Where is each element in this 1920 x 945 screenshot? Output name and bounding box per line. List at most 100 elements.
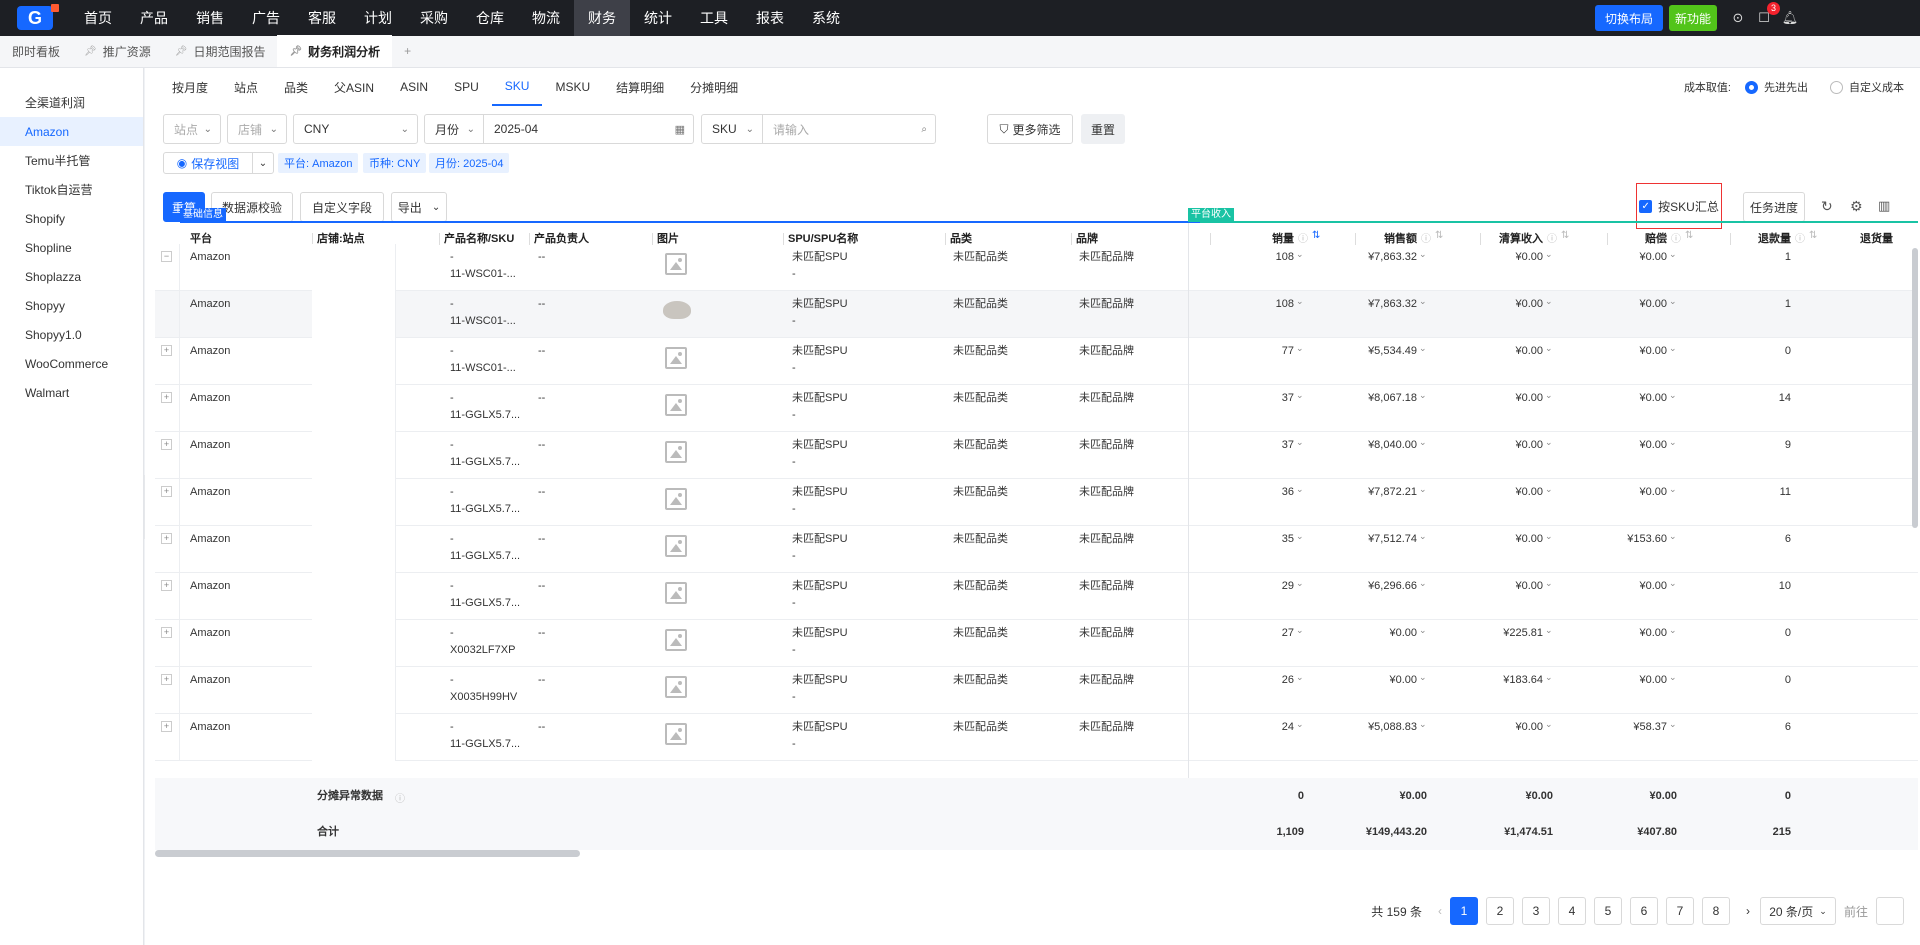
radio-fifo-label[interactable]: 先进先出	[1764, 79, 1808, 95]
cell-dropdown[interactable]: ⌄	[1669, 296, 1677, 307]
sidebar-item-5[interactable]: Shopline	[0, 233, 143, 262]
goto-page-input[interactable]	[1876, 897, 1904, 925]
sidebar-item-3[interactable]: Tiktok自运营	[0, 175, 143, 204]
sidebar-item-7[interactable]: Shopyy	[0, 291, 143, 320]
sidebar-item-10[interactable]: Walmart	[0, 378, 143, 407]
image-placeholder-icon[interactable]	[665, 441, 687, 463]
subtab-6[interactable]: SKU	[491, 68, 543, 106]
sort-icon[interactable]: ⇅	[1809, 230, 1817, 241]
nav-item-8[interactable]: 物流	[518, 0, 574, 36]
help-icon[interactable]: ⓘ	[1421, 230, 1431, 245]
subtab-2[interactable]: 品类	[271, 68, 321, 106]
table-row[interactable]: Amazon -11-WSC01-... -- 未匹配SPU - 未匹配品类 未匹配品牌 10…	[155, 291, 1918, 338]
filter-tag-month[interactable]: 月份: 2025-04	[429, 153, 510, 173]
cell-dropdown[interactable]: ⌄	[1669, 578, 1677, 589]
sku-type-select[interactable]: SKU ⌄	[701, 114, 763, 144]
subtab-4[interactable]: ASIN	[387, 68, 441, 106]
cell-dropdown[interactable]: ⌄	[1669, 343, 1677, 354]
horizontal-scrollbar[interactable]	[155, 850, 580, 857]
table-row[interactable]: + Amazon -11-GGLX5.7... -- 未匹配SPU - 未匹配品类 未匹配品牌…	[155, 526, 1918, 573]
page-tab-2[interactable]: 📌︎ 日期范围报告	[163, 35, 278, 67]
cell-dropdown[interactable]: ⌄	[1669, 484, 1677, 495]
table-row[interactable]: + Amazon -11-GGLX5.7... -- 未匹配SPU - 未匹配品类 未匹配品牌…	[155, 479, 1918, 526]
nav-item-3[interactable]: 广告	[238, 0, 294, 36]
page-tab-0[interactable]: 即时看板	[0, 35, 72, 67]
help-icon[interactable]: ⓘ	[1298, 230, 1308, 245]
image-placeholder-icon[interactable]	[665, 629, 687, 651]
nav-item-13[interactable]: 系统	[798, 0, 854, 36]
vertical-scrollbar[interactable]	[1912, 248, 1918, 528]
table-row[interactable]: + Amazon - X0032LF7XP -- 未匹配SPU - 未匹配品类 未匹配品牌 27 ⌄…	[155, 620, 1918, 667]
sort-icon[interactable]: ⇅	[1561, 230, 1569, 241]
subtab-9[interactable]: 分摊明细	[677, 68, 751, 106]
subtab-3[interactable]: 父ASIN	[321, 68, 387, 106]
shop-select[interactable]: 店铺 ⌄	[227, 114, 287, 144]
page-button-5[interactable]: 5	[1593, 897, 1622, 925]
search-input[interactable]: 请输入 ⌕	[762, 114, 936, 144]
tasks-icon[interactable]: ☐ 3	[1754, 2, 1780, 28]
pin-icon[interactable]: 📌︎	[175, 46, 188, 57]
page-tab-3[interactable]: 📌︎ 财务利润分析	[277, 35, 393, 67]
page-size-select[interactable]: 20 条/页 ⌄	[1759, 897, 1836, 925]
table-row[interactable]: + Amazon -11-GGLX5.7... -- 未匹配SPU - 未匹配品类 未匹配品牌…	[155, 385, 1918, 432]
table-row[interactable]: − Amazon -11-WSC01-... -- 未匹配SPU - 未匹配品类 未匹配品牌 1…	[155, 244, 1918, 291]
sidebar-item-1[interactable]: Amazon	[0, 117, 143, 146]
nav-item-11[interactable]: 工具	[686, 0, 742, 36]
page-button-6[interactable]: 6	[1629, 897, 1658, 925]
reset-button[interactable]: 重置	[1081, 114, 1125, 144]
next-page-icon[interactable]: ›	[1746, 904, 1750, 918]
cell-dropdown[interactable]: ⌄	[1669, 719, 1677, 730]
currency-select[interactable]: CNY ⌄	[293, 114, 418, 144]
nav-item-4[interactable]: 客服	[294, 0, 350, 36]
page-button-2[interactable]: 2	[1485, 897, 1514, 925]
cell-dropdown[interactable]: ⌄	[1669, 249, 1677, 260]
subtab-7[interactable]: MSKU	[542, 68, 603, 106]
cell-dropdown[interactable]: ⌄	[1669, 672, 1677, 683]
page-tab-1[interactable]: 📌︎ 推广资源	[72, 35, 163, 67]
image-placeholder-icon[interactable]	[665, 535, 687, 557]
help-icon[interactable]: ⓘ	[395, 790, 405, 805]
help-icon[interactable]: ⓘ	[1671, 230, 1681, 245]
subtab-8[interactable]: 结算明细	[603, 68, 677, 106]
radio-custom-cost[interactable]	[1830, 80, 1843, 94]
more-filters-button[interactable]: ⛉ 更多筛选	[987, 114, 1073, 144]
pin-icon[interactable]: 📌︎	[84, 46, 97, 57]
nav-item-9[interactable]: 财务	[574, 0, 630, 36]
radio-fifo[interactable]	[1745, 80, 1758, 94]
save-view-button[interactable]: ◉ 保存视图	[163, 152, 253, 174]
radio-custom-cost-label[interactable]: 自定义成本	[1849, 79, 1904, 95]
help-icon[interactable]: ⓘ	[1547, 230, 1557, 245]
sort-icon[interactable]: ⇅	[1435, 230, 1443, 241]
cell-dropdown[interactable]: ⌄	[1669, 625, 1677, 636]
image-placeholder-icon[interactable]	[665, 394, 687, 416]
nav-item-5[interactable]: 计划	[350, 0, 406, 36]
image-placeholder-icon[interactable]	[665, 723, 687, 745]
image-placeholder-icon[interactable]	[665, 253, 687, 275]
sidebar-item-9[interactable]: WooCommerce	[0, 349, 143, 378]
site-select[interactable]: 站点 ⌄	[163, 114, 221, 144]
period-type-select[interactable]: 月份 ⌄	[424, 114, 484, 144]
save-view-dropdown[interactable]: ⌄	[252, 152, 274, 174]
sidebar-item-6[interactable]: Shoplazza	[0, 262, 143, 291]
page-button-3[interactable]: 3	[1521, 897, 1550, 925]
table-row[interactable]: + Amazon -11-GGLX5.7... -- 未匹配SPU - 未匹配品类 未匹配品牌…	[155, 714, 1918, 761]
sidebar-item-8[interactable]: Shopyy1.0	[0, 320, 143, 349]
image-placeholder-icon[interactable]	[665, 488, 687, 510]
nav-item-1[interactable]: 产品	[126, 0, 182, 36]
page-button-1[interactable]: 1	[1449, 897, 1478, 925]
sort-icon[interactable]: ⇅	[1685, 230, 1693, 241]
subtab-1[interactable]: 站点	[221, 68, 271, 106]
product-image[interactable]	[663, 301, 691, 319]
app-logo[interactable]: G	[0, 0, 70, 36]
image-placeholder-icon[interactable]	[665, 347, 687, 369]
page-button-4[interactable]: 4	[1557, 897, 1586, 925]
cell-dropdown[interactable]: ⌄	[1669, 531, 1677, 542]
add-tab-icon[interactable]: +	[392, 35, 423, 67]
nav-item-6[interactable]: 采购	[406, 0, 462, 36]
sort-icon[interactable]: ⇅	[1312, 230, 1320, 241]
help-icon[interactable]: ⓘ	[1795, 230, 1805, 245]
table-row[interactable]: + Amazon -11-WSC01-... -- 未匹配SPU - 未匹配品类 未匹配品牌 7…	[155, 338, 1918, 385]
sidebar-item-4[interactable]: Shopify	[0, 204, 143, 233]
subtab-0[interactable]: 按月度	[159, 68, 221, 106]
month-picker[interactable]: 2025-04 ▦	[483, 114, 694, 144]
